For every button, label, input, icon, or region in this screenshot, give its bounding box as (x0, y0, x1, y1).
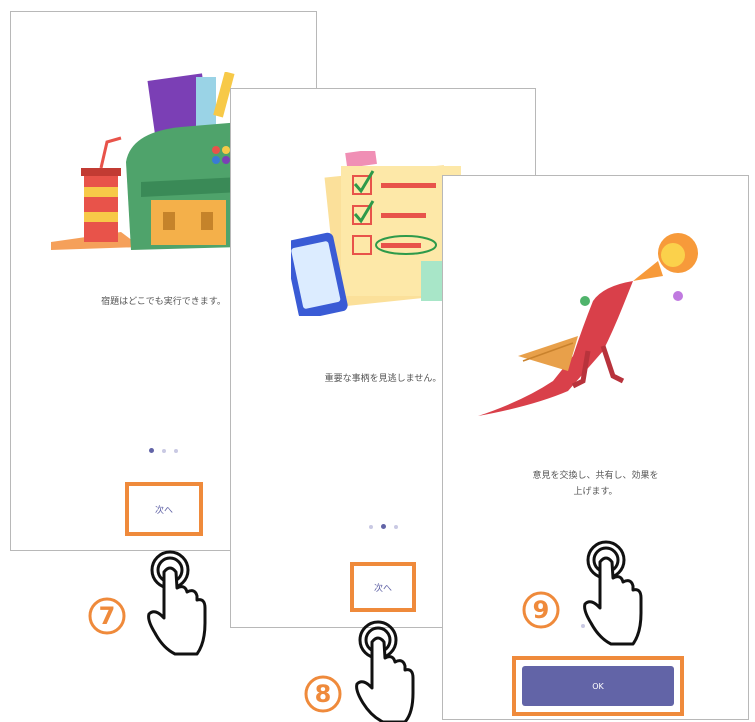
svg-text:7: 7 (99, 602, 116, 630)
next-button[interactable]: 次へ (350, 562, 416, 612)
dragon-illustration (478, 233, 698, 416)
step-number-8: 8 (304, 675, 342, 713)
tap-hand-icon (583, 540, 643, 646)
page-dot-3 (174, 449, 178, 453)
caption-line-1: 意見を交換し、共有し、効果を (532, 471, 659, 481)
page-dot-2 (380, 524, 386, 529)
page-dot-1 (368, 525, 373, 529)
caption-line-2: 上げます。 (573, 487, 618, 497)
caption-text: 意見を交換し、共有し、効果を 上げます。 (443, 468, 748, 500)
ok-button[interactable]: OK (522, 666, 674, 706)
tap-hand-icon (147, 550, 207, 656)
step-number-9: 9 (522, 591, 560, 629)
step-number-7: 7 (88, 597, 126, 635)
checklist-illustration (291, 151, 461, 316)
page-dot-1 (149, 448, 154, 453)
next-button[interactable]: 次へ (125, 482, 203, 536)
page-dot-3 (393, 525, 398, 529)
page-dot-2 (162, 449, 166, 453)
tap-hand-icon (355, 620, 415, 722)
svg-text:9: 9 (533, 596, 550, 624)
ok-button-highlight: OK (512, 656, 684, 716)
svg-text:8: 8 (315, 680, 332, 708)
backpack-illustration (51, 72, 241, 250)
